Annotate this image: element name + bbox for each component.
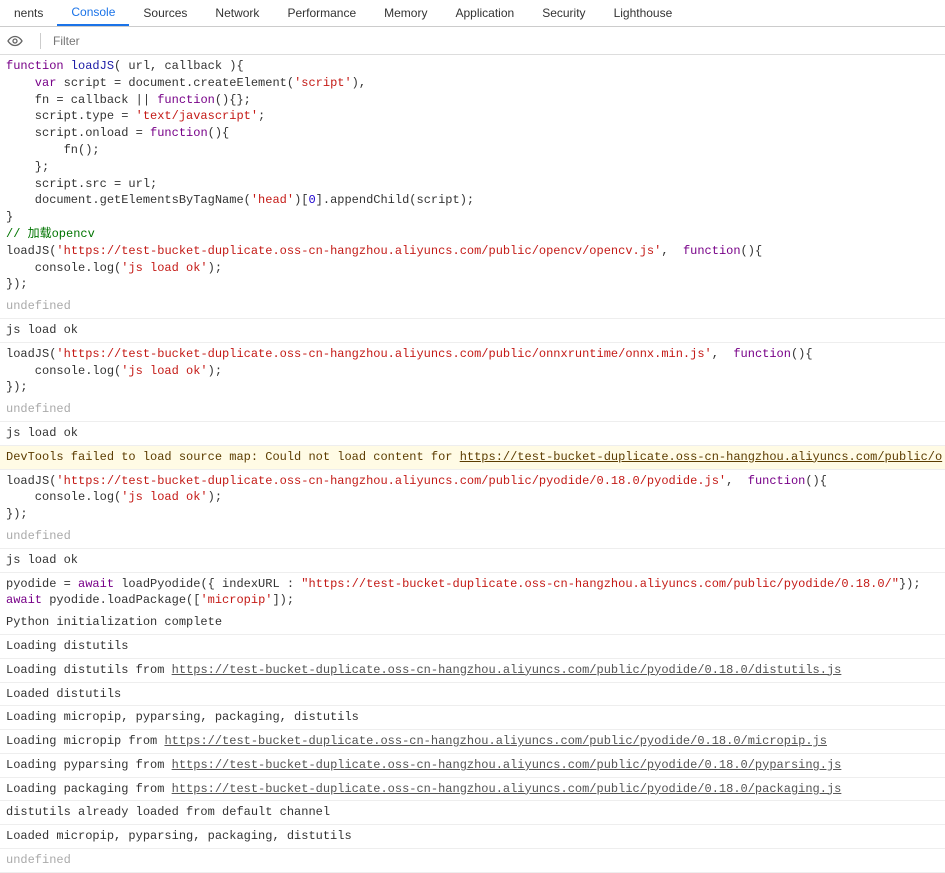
console-result-undefined: undefined <box>0 525 945 549</box>
console-input-block: pyodide = await loadPyodide({ indexURL :… <box>0 573 945 612</box>
log-link[interactable]: https://test-bucket-duplicate.oss-cn-han… <box>172 758 842 772</box>
log-link[interactable]: https://test-bucket-duplicate.oss-cn-han… <box>172 782 842 796</box>
console-log: Loading pyparsing from https://test-buck… <box>0 754 945 778</box>
console-log: Loading micropip from https://test-bucke… <box>0 730 945 754</box>
console-input-block: function loadJS( url, callback ){ var sc… <box>0 55 945 295</box>
filter-input[interactable] <box>49 32 939 50</box>
console-log: js load ok <box>0 549 945 573</box>
toolbar-divider <box>40 33 41 49</box>
console-log: distutils already loaded from default ch… <box>0 801 945 825</box>
tab-elements[interactable]: nents <box>0 1 57 25</box>
tab-memory[interactable]: Memory <box>370 1 441 25</box>
console-result-undefined: undefined <box>0 295 945 319</box>
console-result-undefined: undefined <box>0 398 945 422</box>
console-input-block: loadJS('https://test-bucket-duplicate.os… <box>0 470 945 525</box>
console-toolbar <box>0 27 945 55</box>
tab-lighthouse[interactable]: Lighthouse <box>600 1 687 25</box>
log-link[interactable]: https://test-bucket-duplicate.oss-cn-han… <box>164 734 827 748</box>
console-log: Python initialization complete <box>0 611 945 635</box>
warning-link[interactable]: https://test-bucket-duplicate.oss-cn-han… <box>460 450 942 464</box>
tab-network[interactable]: Network <box>201 1 273 25</box>
console-log: js load ok <box>0 422 945 446</box>
tab-application[interactable]: Application <box>441 1 528 25</box>
console-input-block: loadJS('https://test-bucket-duplicate.os… <box>0 343 945 398</box>
console-log: Loading distutils from https://test-buck… <box>0 659 945 683</box>
console-result-undefined: undefined <box>0 849 945 873</box>
console-log: Loaded micropip, pyparsing, packaging, d… <box>0 825 945 849</box>
console-log: Loading distutils <box>0 635 945 659</box>
console-output: function loadJS( url, callback ){ var sc… <box>0 55 945 873</box>
tab-sources[interactable]: Sources <box>129 1 201 25</box>
console-warning: DevTools failed to load source map: Coul… <box>0 446 945 470</box>
console-log: Loaded distutils <box>0 683 945 707</box>
eye-icon[interactable] <box>6 32 24 50</box>
tab-console[interactable]: Console <box>57 0 129 26</box>
console-log: Loading micropip, pyparsing, packaging, … <box>0 706 945 730</box>
tab-security[interactable]: Security <box>528 1 599 25</box>
log-link[interactable]: https://test-bucket-duplicate.oss-cn-han… <box>172 663 842 677</box>
console-log: js load ok <box>0 319 945 343</box>
tab-performance[interactable]: Performance <box>273 1 370 25</box>
devtools-tabs: nents Console Sources Network Performanc… <box>0 0 945 27</box>
console-log: Loading packaging from https://test-buck… <box>0 778 945 802</box>
